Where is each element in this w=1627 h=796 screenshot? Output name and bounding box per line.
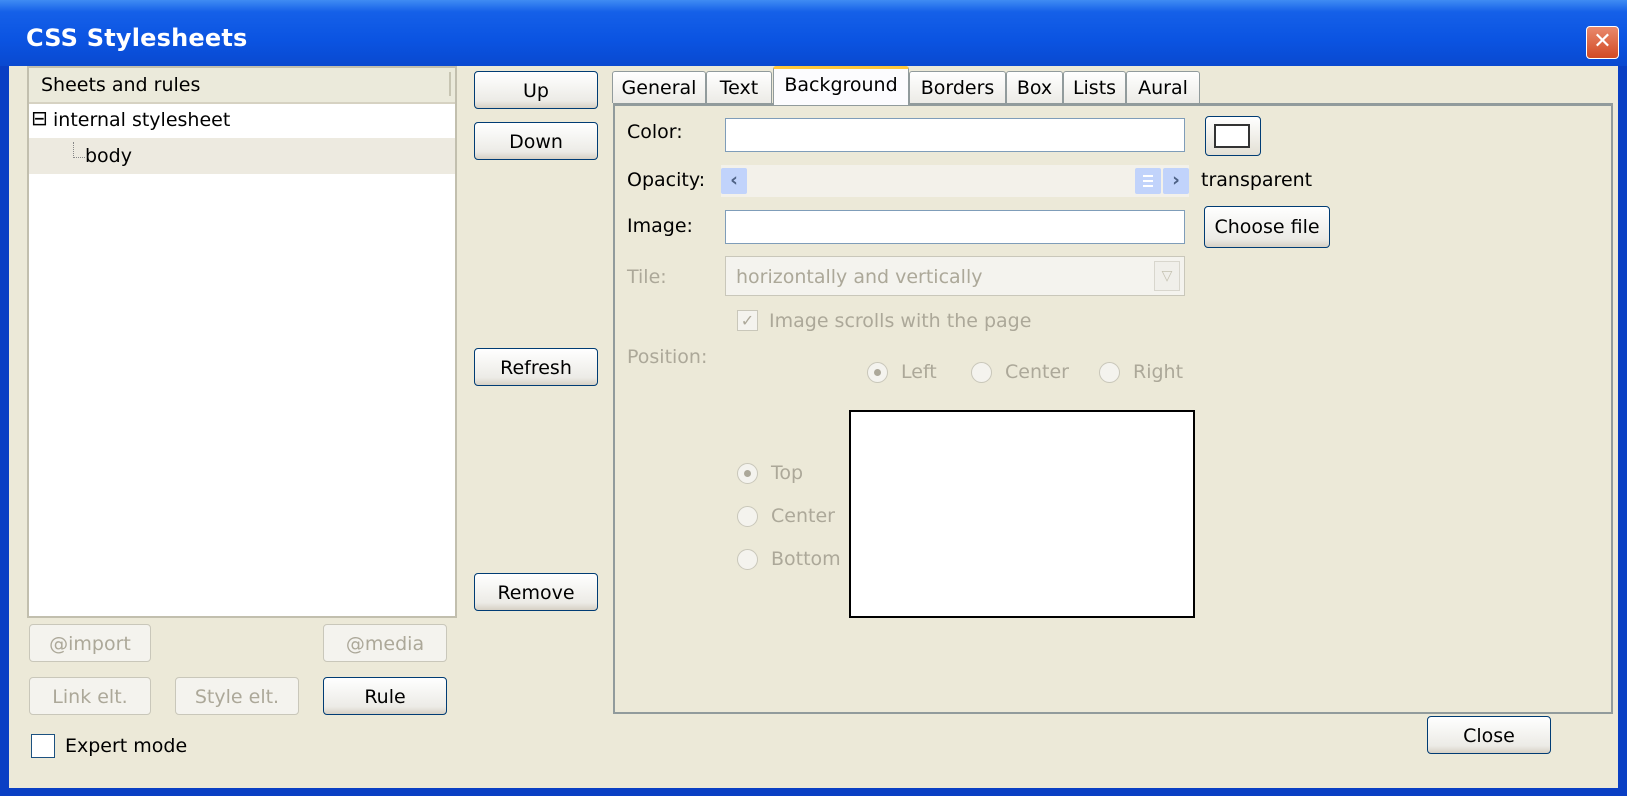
color-swatch-icon	[1214, 124, 1250, 148]
expert-mode-checkbox[interactable]	[31, 734, 55, 758]
refresh-button[interactable]: Refresh	[474, 348, 598, 386]
horizontal-center-label: Center	[1005, 361, 1069, 383]
tree-item-body[interactable]: body	[29, 138, 455, 174]
slider-thumb-icon[interactable]	[1135, 168, 1161, 194]
tree-item-internal-stylesheet[interactable]: ⊟ internal stylesheet	[29, 102, 455, 138]
link-element-button[interactable]: Link elt.	[29, 677, 151, 715]
scroll-with-page-checkbox[interactable]: ✓	[737, 310, 758, 331]
close-button[interactable]: Close	[1427, 716, 1551, 754]
image-label: Image:	[627, 215, 693, 237]
vertical-bottom-label: Bottom	[771, 548, 841, 570]
scroll-right-icon[interactable]: ›	[1163, 168, 1189, 194]
horizontal-center-radio[interactable]	[971, 362, 992, 383]
horizontal-right-radio[interactable]	[1099, 362, 1120, 383]
tree-item-label: body	[85, 145, 132, 167]
tab-lists[interactable]: Lists	[1063, 71, 1126, 103]
color-picker-button[interactable]	[1205, 116, 1261, 156]
header-divider	[449, 72, 451, 96]
vertical-center-label: Center	[771, 505, 835, 527]
close-window-button[interactable]: ✕	[1586, 26, 1619, 59]
tile-label: Tile:	[627, 266, 667, 288]
color-label: Color:	[627, 121, 683, 143]
opacity-value: transparent	[1201, 169, 1313, 191]
vertical-top-radio[interactable]	[737, 463, 758, 484]
horizontal-left-radio[interactable]	[867, 362, 888, 383]
window-title: CSS Stylesheets	[26, 24, 248, 52]
opacity-slider[interactable]: ‹ ›	[721, 165, 1189, 197]
title-bar[interactable]: CSS Stylesheets ✕	[0, 0, 1627, 66]
tab-background[interactable]: Background	[773, 66, 909, 105]
up-button[interactable]: Up	[474, 71, 598, 109]
color-input[interactable]	[725, 118, 1185, 152]
tab-aural[interactable]: Aural	[1126, 71, 1200, 103]
import-button[interactable]: @import	[29, 624, 151, 662]
position-preview	[849, 410, 1195, 618]
close-icon: ✕	[1593, 29, 1612, 54]
vertical-bottom-radio[interactable]	[737, 549, 758, 570]
expert-mode-label: Expert mode	[65, 735, 188, 757]
opacity-label: Opacity:	[627, 169, 706, 191]
horizontal-right-label: Right	[1133, 361, 1184, 383]
chevron-down-icon[interactable]: ▽	[1154, 261, 1180, 291]
dialog-window: CSS Stylesheets ✕ Sheets and rules ⊟ int…	[0, 0, 1627, 796]
rule-button[interactable]: Rule	[323, 677, 447, 715]
tree-branch-icon	[73, 157, 85, 159]
scroll-left-icon[interactable]: ‹	[721, 168, 747, 194]
vertical-center-radio[interactable]	[737, 506, 758, 527]
tab-borders[interactable]: Borders	[909, 71, 1006, 103]
background-tab-panel: Color: Opacity: ‹ › transparent Image: C…	[613, 106, 1613, 714]
tile-select-value: horizontally and vertically	[736, 266, 983, 288]
scroll-with-page-label: Image scrolls with the page	[769, 310, 1032, 332]
sheets-rules-tree[interactable]: Sheets and rules ⊟ internal stylesheet b…	[27, 66, 457, 618]
tree-line-icon	[73, 142, 75, 158]
dialog-client-area: Sheets and rules ⊟ internal stylesheet b…	[9, 66, 1618, 788]
media-button[interactable]: @media	[323, 624, 447, 662]
tree-item-label: internal stylesheet	[53, 109, 231, 131]
remove-button[interactable]: Remove	[474, 573, 598, 611]
choose-file-button[interactable]: Choose file	[1204, 206, 1330, 248]
style-element-button[interactable]: Style elt.	[175, 677, 299, 715]
image-input[interactable]	[725, 210, 1185, 244]
vertical-top-label: Top	[771, 462, 804, 484]
tree-header: Sheets and rules	[29, 68, 455, 104]
tab-text[interactable]: Text	[706, 71, 772, 103]
position-label: Position:	[627, 346, 708, 368]
collapse-icon[interactable]: ⊟	[31, 106, 48, 130]
tab-general[interactable]: General	[612, 71, 706, 103]
horizontal-left-label: Left	[901, 361, 937, 383]
tab-box[interactable]: Box	[1006, 71, 1063, 103]
down-button[interactable]: Down	[474, 122, 598, 160]
tree-header-label: Sheets and rules	[41, 74, 201, 96]
tile-select[interactable]: horizontally and vertically ▽	[725, 256, 1185, 296]
